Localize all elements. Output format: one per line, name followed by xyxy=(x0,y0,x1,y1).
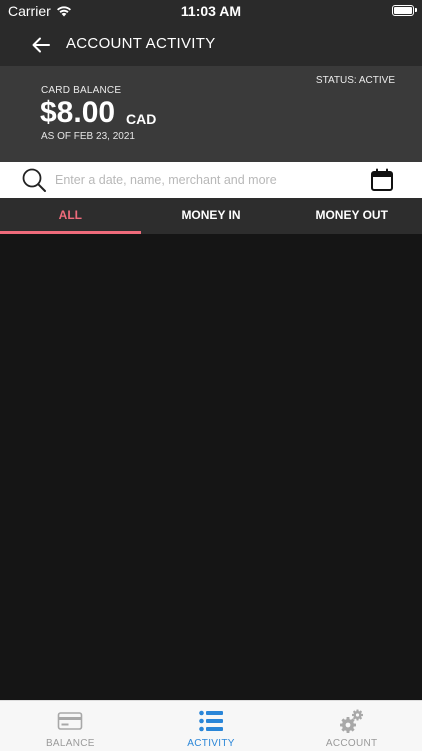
tab-all[interactable]: ALL xyxy=(0,198,141,234)
tabbar-item-balance[interactable]: BALANCE xyxy=(0,701,141,751)
bottom-tab-bar: BALANCE ACTIVITY ACCOUNT xyxy=(0,700,422,751)
tab-money-in[interactable]: MONEY IN xyxy=(141,198,282,234)
tabbar-label-account: ACCOUNT xyxy=(325,738,378,749)
balance-amount: $8.00 xyxy=(40,96,116,129)
search-input[interactable] xyxy=(55,162,355,198)
tabbar-label-balance: BALANCE xyxy=(45,738,95,749)
tabbar-label-activity: ACTIVITY xyxy=(187,738,235,749)
calendar-icon[interactable] xyxy=(370,168,394,192)
card-icon xyxy=(58,712,83,730)
tabbar-item-activity[interactable]: ACTIVITY xyxy=(141,701,282,751)
activity-filter-tabs: ALL MONEY IN MONEY OUT xyxy=(0,198,422,234)
page-title: ACCOUNT ACTIVITY xyxy=(66,35,216,52)
balance-as-of-date: AS OF FEB 23, 2021 xyxy=(41,131,135,142)
tabbar-item-account[interactable]: ACCOUNT xyxy=(281,701,422,751)
nav-bar: ACCOUNT ACTIVITY xyxy=(0,22,422,66)
back-button[interactable] xyxy=(28,32,54,58)
back-arrow-icon xyxy=(32,37,50,53)
status-bar: Carrier 11:03 AM xyxy=(0,0,422,22)
activity-list xyxy=(0,234,422,700)
battery-icon xyxy=(392,5,417,16)
card-balance-label: CARD BALANCE xyxy=(41,85,122,96)
tab-money-out[interactable]: MONEY OUT xyxy=(281,198,422,234)
balance-panel: CARD BALANCE $8.00 CAD AS OF FEB 23, 202… xyxy=(0,66,422,162)
gears-icon xyxy=(339,709,363,733)
search-icon xyxy=(22,168,46,192)
status-time: 11:03 AM xyxy=(180,3,242,19)
status-badge: STATUS: ACTIVE xyxy=(315,75,395,86)
search-bar xyxy=(0,162,422,198)
list-icon xyxy=(199,710,223,732)
balance-currency: CAD xyxy=(126,111,157,127)
